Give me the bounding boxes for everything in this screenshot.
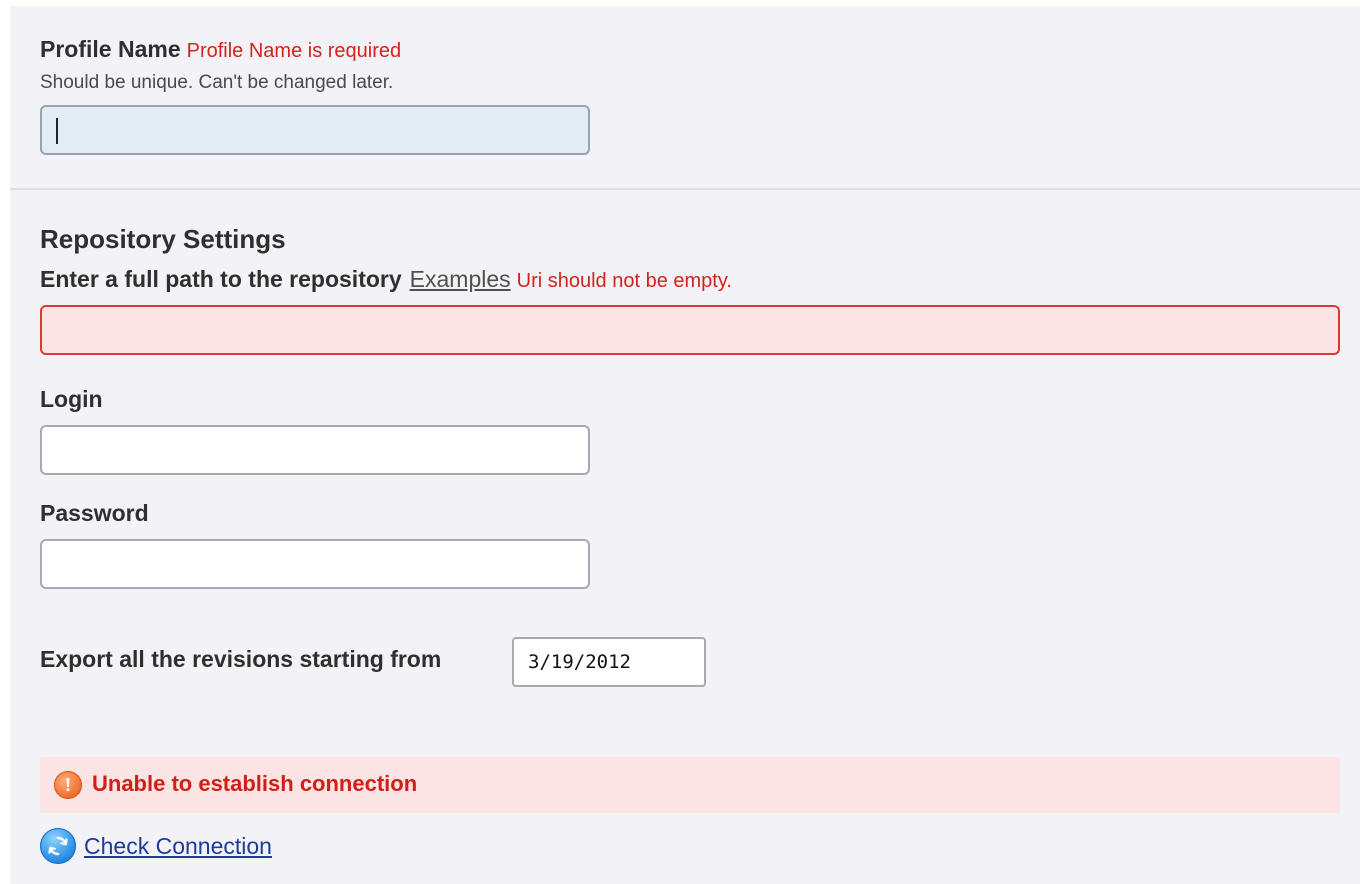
profile-name-input[interactable] bbox=[40, 105, 590, 155]
login-input[interactable] bbox=[40, 425, 590, 475]
export-start-label: Export all the revisions starting from bbox=[40, 646, 442, 672]
check-connection-link[interactable]: Check Connection bbox=[84, 833, 272, 860]
text-cursor bbox=[56, 118, 58, 144]
refresh-icon[interactable] bbox=[40, 828, 76, 864]
repository-path-label: Enter a full path to the repository bbox=[40, 266, 402, 292]
exclamation-icon: ! bbox=[54, 771, 82, 799]
examples-link[interactable]: Examples bbox=[410, 266, 511, 292]
profile-name-label: Profile Name bbox=[40, 36, 181, 62]
profile-name-error: Profile Name is required bbox=[186, 40, 402, 62]
password-label: Password bbox=[40, 500, 149, 526]
connection-error-message: Unable to establish connection bbox=[92, 771, 418, 796]
export-start-date-input[interactable] bbox=[512, 637, 706, 687]
repository-path-input[interactable] bbox=[40, 305, 1340, 355]
profile-name-label-row: Profile Name Profile Name is required bbox=[40, 36, 401, 63]
repository-path-label-row: Enter a full path to the repository Examp… bbox=[40, 266, 732, 293]
profile-section: Profile Name Profile Name is required Sho… bbox=[10, 6, 1360, 190]
repository-path-error: Uri should not be empty. bbox=[516, 270, 732, 292]
profile-name-hint: Should be unique. Can't be changed later… bbox=[40, 72, 394, 93]
repository-settings-title: Repository Settings bbox=[40, 224, 286, 254]
password-input[interactable] bbox=[40, 539, 590, 589]
profile-form-panel: Profile Name Profile Name is required Sho… bbox=[10, 6, 1360, 884]
login-label: Login bbox=[40, 386, 103, 412]
connection-error-alert: ! Unable to establish connection bbox=[40, 757, 1340, 813]
